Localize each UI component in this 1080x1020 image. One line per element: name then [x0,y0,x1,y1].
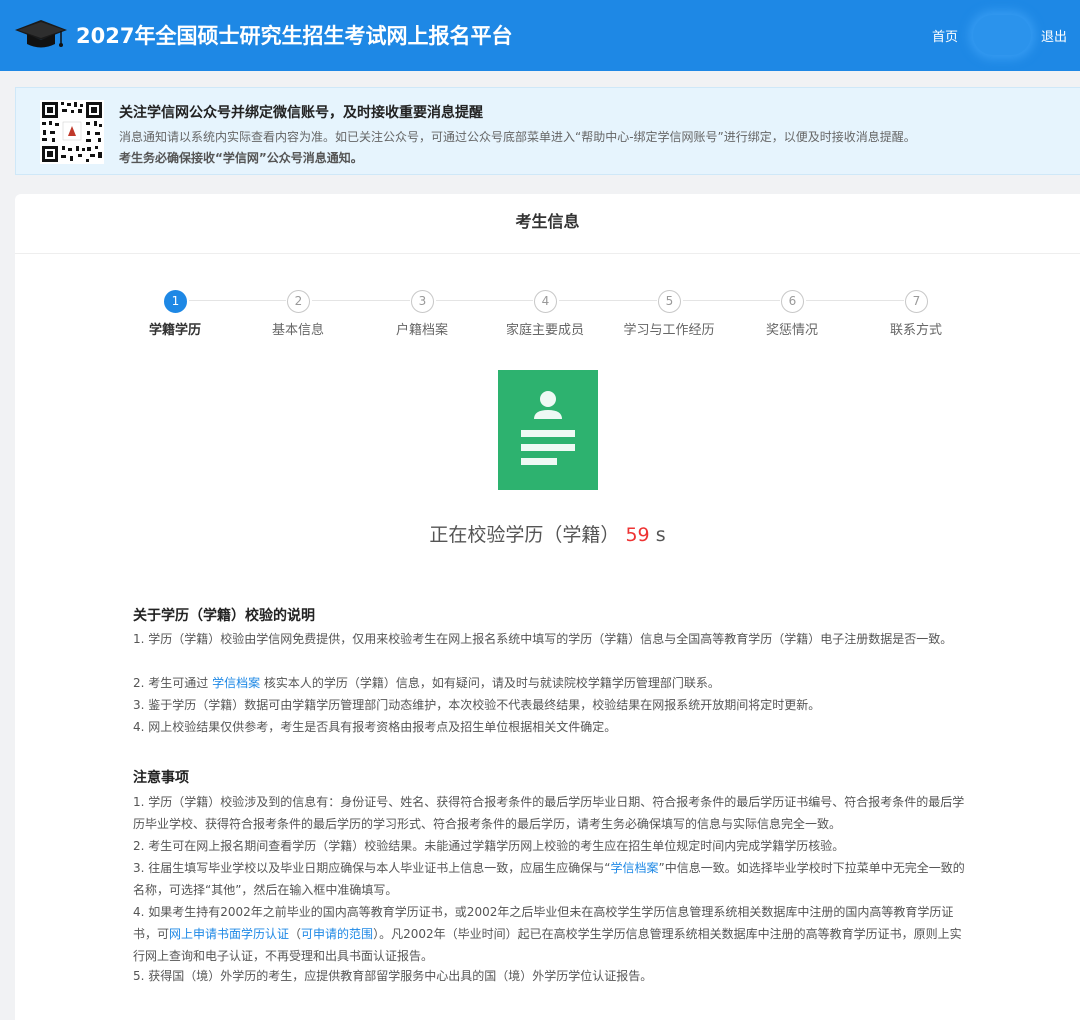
step-connector [436,300,533,301]
step-1-label: 学籍学历 [148,323,201,338]
step-6-indicator: 6 [781,290,804,313]
avatar[interactable] [973,15,1031,55]
step-7-indicator: 7 [905,290,928,313]
notes-item-3: 3. 往届生填写毕业学校以及毕业日期应确保与本人毕业证书上信息一致，应届生应确保… [133,857,968,901]
step-7-label: 联系方式 [889,323,942,338]
notice-message: 消息通知请以系统内实际查看内容为准。如已关注公众号，可通过公众号底部菜单进入“帮… [119,130,916,144]
step-connector [559,300,657,301]
step-connector [806,300,904,301]
countdown-seconds: 59 [625,524,650,546]
xuexin-archive-link[interactable]: 学信档案 [212,676,260,690]
notice-warning: 考生务必确保接收“学信网”公众号消息通知。 [119,151,363,165]
about-item-1: 1. 学历（学籍）校验由学信网免费提供，仅用来校验考生在网上报名系统中填写的学历… [133,632,953,646]
progress-steps: 1 学籍学历 2 基本信息 3 户籍档案 4 家庭主要成员 5 学习与工作经历 … [15,290,1080,340]
candidate-info-card: 考生信息 1 学籍学历 2 基本信息 3 户籍档案 4 家庭主要成员 5 学习与… [15,194,1080,1020]
step-2-label: 基本信息 [271,323,324,338]
apply-written-certification-link[interactable]: 网上申请书面学历认证 [169,927,289,941]
notes-section-title: 注意事项 [133,770,189,786]
notice-title: 关注学信网公众号并绑定微信账号，及时接收重要消息提醒 [119,105,483,121]
about-item-2-text-end: 核实本人的学历（学籍）信息，如有疑问，请及时与就读院校学籍学历管理部门联系。 [260,676,720,690]
about-item-3: 3. 鉴于学历（学籍）数据可由学籍学历管理部门动态维护，本次校验不代表最终结果，… [133,698,821,712]
xuexin-archive-link-2[interactable]: 学信档案 [610,861,658,875]
step-connector [683,300,780,301]
countdown-unit: s [655,524,666,546]
notes-item-4: 4. 如果考生持有2002年之前毕业的国内高等教育学历证书，或2002年之后毕业… [133,901,968,967]
site-title: 2027年全国硕士研究生招生考试网上报名平台 [76,24,513,48]
notes-item-2: 2. 考生可在网上报名期间查看学历（学籍）校验结果。未能通过学籍学历网上校验的考… [133,839,845,853]
student-document-icon [498,370,598,490]
step-5-label: 学习与工作经历 [623,323,715,338]
verification-status: 正在校验学历（学籍） 59 s [15,520,1080,547]
about-section-title: 关于学历（学籍）校验的说明 [133,608,315,624]
notes-item-5: 5. 获得国（境）外学历的考生，应提供教育部留学服务中心出具的国（境）外学历学位… [133,969,653,983]
step-4-label: 家庭主要成员 [505,323,584,338]
step-3-label: 户籍档案 [395,323,448,338]
step-connector [312,300,410,301]
about-item-2: 2. 考生可通过 学信档案 核实本人的学历（学籍）信息，如有疑问，请及时与就读院… [133,672,968,694]
wechat-notice-banner: 关注学信网公众号并绑定微信账号，及时接收重要消息提醒 消息通知请以系统内实际查看… [15,87,1080,175]
step-connector [189,300,286,301]
nav-home-link[interactable]: 首页 [932,26,958,45]
about-item-4: 4. 网上校验结果仅供参考，考生是否具有报考资格由报考点及招生单位根据相关文件确… [133,720,617,734]
verification-text: 正在校验学历（学籍） [429,524,620,546]
application-scope-link[interactable]: 可申请的范围 [301,927,373,941]
notes-item-1: 1. 学历（学籍）校验涉及到的信息有：身份证号、姓名、获得符合报考条件的最后学历… [133,795,965,831]
step-6-label: 奖惩情况 [765,323,818,338]
step-5-indicator: 5 [658,290,681,313]
notes-item-3-text: 3. 往届生填写毕业学校以及毕业日期应确保与本人毕业证书上信息一致，应届生应确保… [133,861,611,875]
top-header: 2027年全国硕士研究生招生考试网上报名平台 首页 退出 [0,0,1080,71]
card-title: 考生信息 [15,194,1080,254]
qr-code-icon [40,100,104,164]
nav-logout-link[interactable]: 退出 [1041,26,1067,45]
step-1-indicator: 1 [164,290,187,313]
step-3-indicator: 3 [411,290,434,313]
step-4-indicator: 4 [534,290,557,313]
step-2-indicator: 2 [287,290,310,313]
notes-item-4-paren: （ [289,927,302,941]
graduation-cap-icon [15,20,67,48]
about-item-2-text: 2. 考生可通过 [133,676,213,690]
